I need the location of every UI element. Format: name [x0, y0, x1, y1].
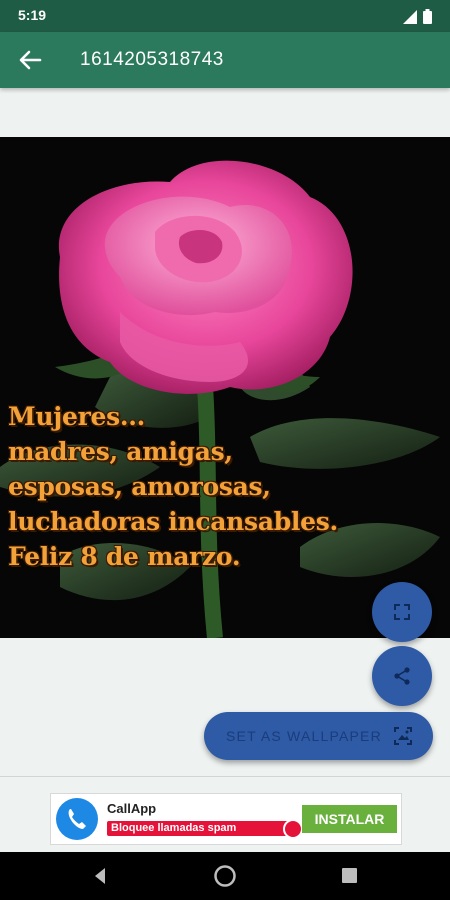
- page-title: 1614205318743: [80, 49, 224, 70]
- battery-icon: [423, 9, 432, 24]
- ad-app-name: CallApp: [107, 801, 157, 816]
- greeting-line: luchadoras incansables.: [8, 507, 338, 536]
- set-wallpaper-label: SET AS WALLPAPER: [226, 728, 382, 744]
- greeting-line: Mujeres...: [8, 402, 146, 431]
- app-bar: 1614205318743: [0, 32, 450, 88]
- greeting-line: esposas, amorosas,: [8, 472, 271, 501]
- ad-tagline: Bloquee llamadas spam: [107, 821, 293, 836]
- greeting-text: Mujeres... madres, amigas, esposas, amor…: [8, 399, 448, 574]
- callapp-logo: [56, 798, 98, 840]
- divider: [0, 776, 450, 777]
- wallpaper-icon: [394, 727, 412, 745]
- phone-icon: [68, 809, 86, 829]
- greeting-line: Feliz 8 de marzo.: [8, 542, 241, 571]
- fullscreen-button[interactable]: [372, 582, 432, 642]
- signal-icon: [403, 9, 417, 24]
- wallpaper-image: Mujeres... madres, amigas, esposas, amor…: [0, 137, 450, 638]
- nav-back-icon[interactable]: [91, 866, 109, 886]
- system-nav-bar: [0, 852, 450, 900]
- arrow-back-icon: [19, 50, 42, 70]
- fullscreen-icon: [394, 604, 410, 620]
- greeting-line: madres, amigas,: [8, 437, 233, 466]
- status-time: 5:19: [18, 7, 47, 23]
- share-button[interactable]: [372, 646, 432, 706]
- install-button[interactable]: INSTALAR: [302, 805, 397, 833]
- nav-home-icon[interactable]: [213, 864, 237, 888]
- back-button[interactable]: [14, 46, 46, 74]
- status-icons: [403, 9, 432, 24]
- share-icon: [394, 667, 410, 685]
- status-bar: 5:19: [0, 0, 450, 32]
- ad-phone-icon: [283, 819, 303, 839]
- set-wallpaper-button[interactable]: SET AS WALLPAPER: [204, 712, 433, 760]
- ad-banner[interactable]: CallApp Bloquee llamadas spam INSTALAR: [50, 793, 402, 845]
- nav-recents-icon[interactable]: [341, 867, 358, 884]
